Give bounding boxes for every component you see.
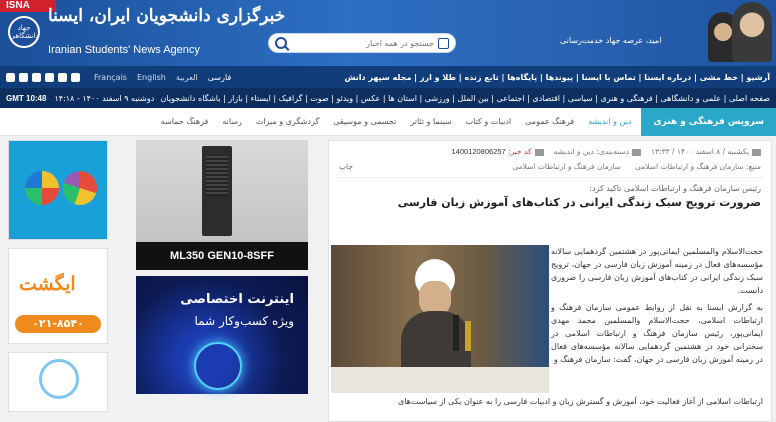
table-shape <box>331 367 549 393</box>
site-header: ISNA جهاد دانشگاهی خبرگزاری دانشجویان ای… <box>0 0 776 66</box>
instagram-icon[interactable] <box>32 72 41 82</box>
leader-portraits <box>708 2 772 64</box>
service-bar: سرویس فرهنگی و هنری دین و اندیشه فرهنگ ع… <box>0 107 776 136</box>
jahad-emblem-icon: جهاد دانشگاهی <box>8 16 40 48</box>
apple-icon[interactable] <box>71 72 80 82</box>
tab-literature-books[interactable]: ادبیات و کتاب <box>466 117 512 126</box>
article-title: ضرورت ترویج سبک زندگی ایرانی در کتاب‌های… <box>397 196 761 209</box>
current-date: دوشنبه ۹ اسفند ۱۴۰۰ - ۱۴:۱۸ <box>54 93 155 103</box>
globe-icon <box>194 342 242 390</box>
lang-french[interactable]: Français <box>94 73 127 82</box>
article-meta: یکشنبه / ۸ اسفند ۱۴۰۰ / ۱۳:۳۳ دسته‌بندی:… <box>329 141 771 162</box>
gmt-time: GMT 10:48 <box>6 93 47 103</box>
body-shape <box>401 311 471 371</box>
middle-ads-column: ML350 GEN10-8SFF اینترنت اختصاصی ویژه کس… <box>136 140 308 394</box>
search-icon[interactable] <box>275 37 287 49</box>
category-navbar: GMT 10:48 دوشنبه ۹ اسفند ۱۴۰۰ - ۱۴:۱۸ صف… <box>0 88 776 108</box>
site-logo-persian[interactable]: خبرگزاری دانشجویان ایران، ایسنا <box>48 6 285 26</box>
barcode-icon <box>534 148 544 156</box>
event-ad[interactable] <box>8 352 108 412</box>
service-subnav: دین و اندیشه فرهنگ عمومی ادبیات و کتاب س… <box>161 117 642 126</box>
internet-ad[interactable]: اینترنت اختصاصی ویژه کسب‌وکار شما <box>136 276 308 394</box>
brand-ad-title: ایگشت <box>19 273 76 295</box>
internet-ad-subtitle: ویژه کسب‌وکار شما <box>194 314 294 328</box>
news-article: یکشنبه / ۸ اسفند ۱۴۰۰ / ۱۳:۳۳ دسته‌بندی:… <box>328 140 772 422</box>
chart-ring-icon <box>63 171 97 205</box>
brand-ad[interactable]: ایگشت ۰۲۱-۸۵۴۰ <box>8 248 108 344</box>
microphone-icon <box>453 315 459 351</box>
calendar-icon[interactable] <box>438 37 449 49</box>
lang-english[interactable]: English <box>137 73 166 82</box>
server-image <box>202 146 232 236</box>
top-links[interactable]: آرشیو | خط مشی | درباره ایسنا | تماس با … <box>344 73 770 82</box>
left-ads-column: ایگشت ۰۲۱-۸۵۴۰ <box>8 140 114 420</box>
telegram-icon[interactable] <box>19 72 28 82</box>
tab-media[interactable]: رسانه <box>222 117 242 126</box>
microphone-icon <box>465 321 471 351</box>
main-categories[interactable]: صفحه اصلی | علمی و دانشگاهی | فرهنگی و ه… <box>161 94 771 103</box>
article-source-row: منبع: سازمان فرهنگ و ارتباطات اسلامی ساز… <box>329 162 771 177</box>
infographic-ad[interactable] <box>8 140 108 240</box>
lang-persian[interactable]: فارسی <box>208 73 232 82</box>
article-photo[interactable] <box>331 245 549 393</box>
server-ad[interactable]: ML350 GEN10-8SFF <box>136 140 308 270</box>
twitter-icon[interactable] <box>45 72 54 82</box>
tab-visual-music[interactable]: تجسمی و موسیقی <box>333 117 396 126</box>
tab-tourism-heritage[interactable]: گردشگری و میراث <box>256 117 319 126</box>
internet-ad-title: اینترنت اختصاصی <box>180 292 294 307</box>
article-lead: رئیس سازمان فرهنگ و ارتباطات اسلامی تاکی… <box>589 184 761 193</box>
search-input[interactable] <box>287 38 434 48</box>
site-logo-english[interactable]: Iranian Students' News Agency <box>48 44 200 56</box>
article-paragraph: حجت‌الاسلام والمسلمین ایمانی‌پور در هشتم… <box>551 247 763 295</box>
tab-religion-thought[interactable]: دین و اندیشه <box>588 117 631 126</box>
tab-epic-culture[interactable]: فرهنگ حماسه <box>161 117 209 126</box>
search-box[interactable] <box>268 33 456 53</box>
article-source[interactable]: منبع: سازمان فرهنگ و ارتباطات اسلامی <box>635 162 761 171</box>
lang-arabic[interactable]: العربية <box>176 73 198 82</box>
print-button[interactable]: چاپ <box>339 162 353 171</box>
face-shape <box>419 281 451 315</box>
brand-ad-phone: ۰۲۱-۸۵۴۰ <box>15 315 101 333</box>
social-links <box>6 72 80 82</box>
tab-public-culture[interactable]: فرهنگ عمومی <box>525 117 574 126</box>
header-quote: امید، عرصه جهاد خدمت‌رسانی <box>560 36 662 45</box>
language-selector: Français English العربية فارسی <box>94 73 231 82</box>
article-source-tag[interactable]: سازمان فرهنگ و ارتباطات اسلامی <box>512 162 621 171</box>
server-ad-label: ML350 GEN10-8SFF <box>136 242 308 270</box>
article-code: کد خبر: 1400120806257 <box>451 147 544 156</box>
calendar-icon <box>752 148 761 156</box>
main-content: ایگشت ۰۲۱-۸۵۴۰ ML350 GEN10-8SFF اینترنت … <box>0 136 776 422</box>
article-body: حجت‌الاسلام والمسلمین ایمانی‌پور در هشتم… <box>551 245 763 366</box>
article-paragraph: به گزارش ایسنا به نقل از روابط عمومی ساز… <box>551 303 763 364</box>
article-date: یکشنبه / ۸ اسفند ۱۴۰۰ / ۱۳:۳۳ <box>651 147 761 156</box>
folder-icon <box>632 148 641 156</box>
article-category[interactable]: دسته‌بندی: دین و اندیشه <box>554 147 641 156</box>
service-title[interactable]: سرویس فرهنگی و هنری <box>641 107 776 136</box>
sun-icon <box>39 359 79 399</box>
portrait-image <box>732 2 772 62</box>
rss-icon[interactable] <box>6 72 15 82</box>
top-navbar: Français English العربية فارسی آرشیو | خ… <box>0 66 776 88</box>
chart-ring-icon <box>25 171 59 205</box>
tab-cinema-theater[interactable]: سینما و تئاتر <box>410 117 451 126</box>
article-paragraph: ارتباطات اسلامی از آغاز فعالیت خود، آموز… <box>397 397 763 406</box>
android-icon[interactable] <box>58 72 67 82</box>
